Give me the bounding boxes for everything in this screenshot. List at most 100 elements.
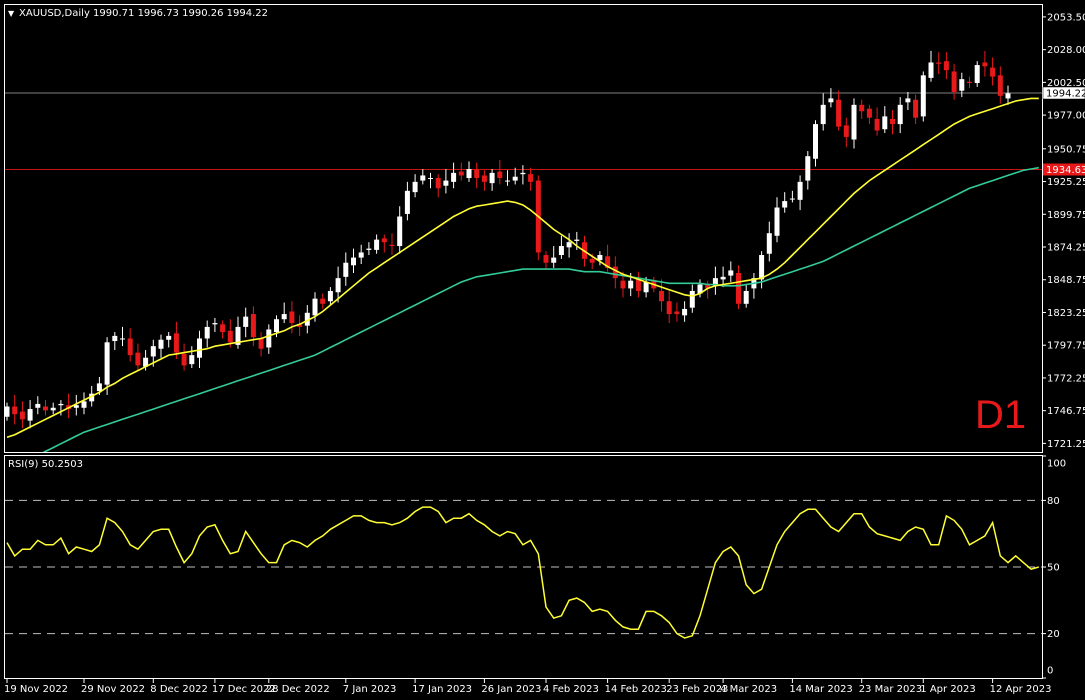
candle-body [104, 342, 110, 385]
candle-body [982, 62, 988, 67]
moving-average-fast-line [6, 97, 1039, 439]
candle-body [397, 216, 403, 247]
candle-body [358, 252, 364, 258]
candle-body [435, 178, 441, 189]
rsi-line [6, 506, 1040, 639]
date-tick-label: 4 Feb 2023 [543, 684, 599, 695]
candle-body [181, 353, 187, 366]
candle-body [551, 257, 557, 263]
candle-body [120, 338, 125, 340]
candle-body [797, 181, 803, 200]
candle-body [505, 180, 510, 182]
price-tick-label: 1950.75 [1047, 144, 1085, 155]
candle-body [543, 255, 549, 263]
candle-body [43, 406, 48, 411]
candle-body [959, 79, 965, 91]
candle-body [512, 176, 518, 181]
rsi-tick-label: 80 [1047, 496, 1060, 507]
candle-body [766, 233, 772, 254]
candle-body [412, 181, 418, 193]
candle-body [220, 324, 226, 333]
candle-body [35, 403, 41, 408]
candle-body [312, 298, 318, 316]
candle-body [520, 172, 526, 175]
candle-body [874, 118, 880, 131]
candle-body [12, 406, 18, 415]
candle-body [50, 407, 56, 411]
candle-body [258, 338, 264, 349]
price-tick-label: 2053.50 [1047, 12, 1085, 23]
candle-body [497, 171, 503, 179]
candle-body [389, 244, 395, 247]
candle-body [943, 61, 949, 71]
price-tick-label: 1772.25 [1047, 373, 1085, 384]
candle-body [428, 178, 433, 180]
price-tick-label: 1746.75 [1047, 406, 1085, 417]
rsi-tick-label: 100 [1047, 459, 1066, 470]
rsi-header: RSI(9) 50.2503 [8, 459, 83, 470]
date-tick-label: 7 Jan 2023 [343, 684, 397, 695]
candle-body [882, 116, 888, 130]
candle-body [19, 411, 25, 420]
price-tick-label: 1899.75 [1047, 210, 1085, 221]
candle-body [866, 108, 872, 118]
candle-body [281, 314, 287, 320]
candle-body [774, 207, 780, 236]
price-tick-label: 1925.25 [1047, 177, 1085, 188]
rsi-tick-label: 0 [1047, 666, 1053, 677]
date-tick-label: 26 Jan 2023 [481, 684, 541, 695]
candle-body [173, 333, 179, 353]
date-tick-label: 1 Apr 2023 [920, 684, 975, 695]
price-tick-label: 2028.00 [1047, 45, 1085, 56]
candle-body [820, 104, 826, 125]
candle-body [481, 175, 487, 182]
candle-body [96, 383, 102, 392]
candle-body [204, 326, 210, 339]
candle-body [112, 335, 118, 342]
candle-body [736, 272, 741, 304]
price-tick-label: 1848.75 [1047, 275, 1085, 286]
moving-average-slow-line [42, 166, 1039, 452]
candle-body [243, 316, 249, 327]
candle-body [782, 201, 788, 208]
candle-body [566, 242, 572, 248]
candle-body [489, 172, 495, 184]
symbol-triangle-icon[interactable]: ▼ [8, 9, 15, 18]
candle-body [643, 281, 649, 293]
price-tick-label: 1797.75 [1047, 341, 1085, 352]
candle-body [420, 175, 426, 181]
candle-body [197, 338, 202, 358]
candle-body [743, 290, 749, 304]
candle-body [212, 323, 218, 325]
candle-body [58, 403, 64, 406]
candle-body [374, 239, 380, 250]
date-tick-label: 19 Nov 2022 [4, 684, 68, 695]
candle-body [528, 174, 534, 182]
price-tick-label: 1874.25 [1047, 243, 1085, 254]
candle-body [828, 98, 834, 103]
candle-body [628, 280, 634, 289]
price-panel-frame [4, 4, 1043, 453]
candle-body [851, 104, 857, 140]
price-tick-label: 1823.25 [1047, 308, 1085, 319]
candle-body [813, 124, 818, 159]
candle-body [928, 62, 934, 78]
candle-body [859, 104, 865, 112]
candle-body [351, 257, 356, 266]
candle-body [327, 290, 333, 302]
candle-body [913, 99, 919, 118]
candle-body [158, 339, 164, 349]
candle-body [805, 156, 811, 181]
candle-body [990, 67, 996, 77]
candle-body [81, 401, 87, 408]
date-tick-label: 23 Mar 2023 [859, 684, 922, 695]
candle-body [458, 171, 464, 176]
candle-body [905, 98, 911, 103]
candle-body [4, 406, 10, 417]
candle-body [974, 65, 980, 84]
candle-body [666, 301, 672, 315]
date-tick-label: 12 Apr 2023 [990, 684, 1052, 695]
level-price-tag-label: 1934.63 [1046, 165, 1085, 176]
date-tick-label: 28 Dec 2022 [266, 684, 330, 695]
candle-body [674, 311, 680, 315]
